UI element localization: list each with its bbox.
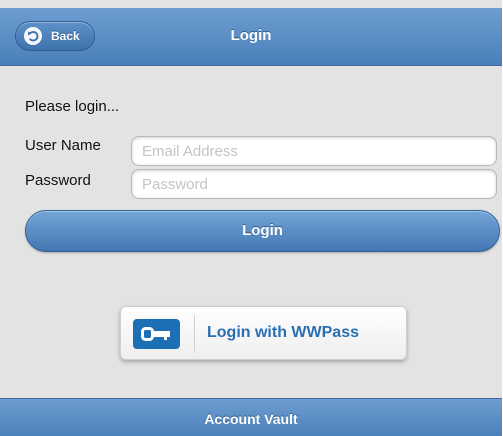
login-button[interactable]: Login — [25, 210, 500, 252]
app-window: Back Login Please login... User Name Pas… — [0, 0, 502, 436]
password-field[interactable] — [131, 169, 497, 199]
header-bar: Back Login — [0, 8, 502, 66]
footer-bar: Account Vault — [0, 398, 502, 436]
email-field[interactable] — [131, 136, 497, 166]
login-form: Please login... User Name Password Login… — [0, 66, 502, 398]
wwpass-label: Login with WWPass — [207, 324, 359, 341]
page-title: Login — [230, 27, 272, 44]
wwpass-login-button[interactable]: Login with WWPass — [120, 306, 407, 360]
footer-title: Account Vault — [204, 411, 298, 427]
password-label: Password — [25, 172, 91, 189]
wwpass-divider — [194, 315, 195, 353]
intro-text: Please login... — [25, 98, 120, 115]
key-icon — [133, 319, 180, 349]
username-label: User Name — [25, 137, 101, 154]
